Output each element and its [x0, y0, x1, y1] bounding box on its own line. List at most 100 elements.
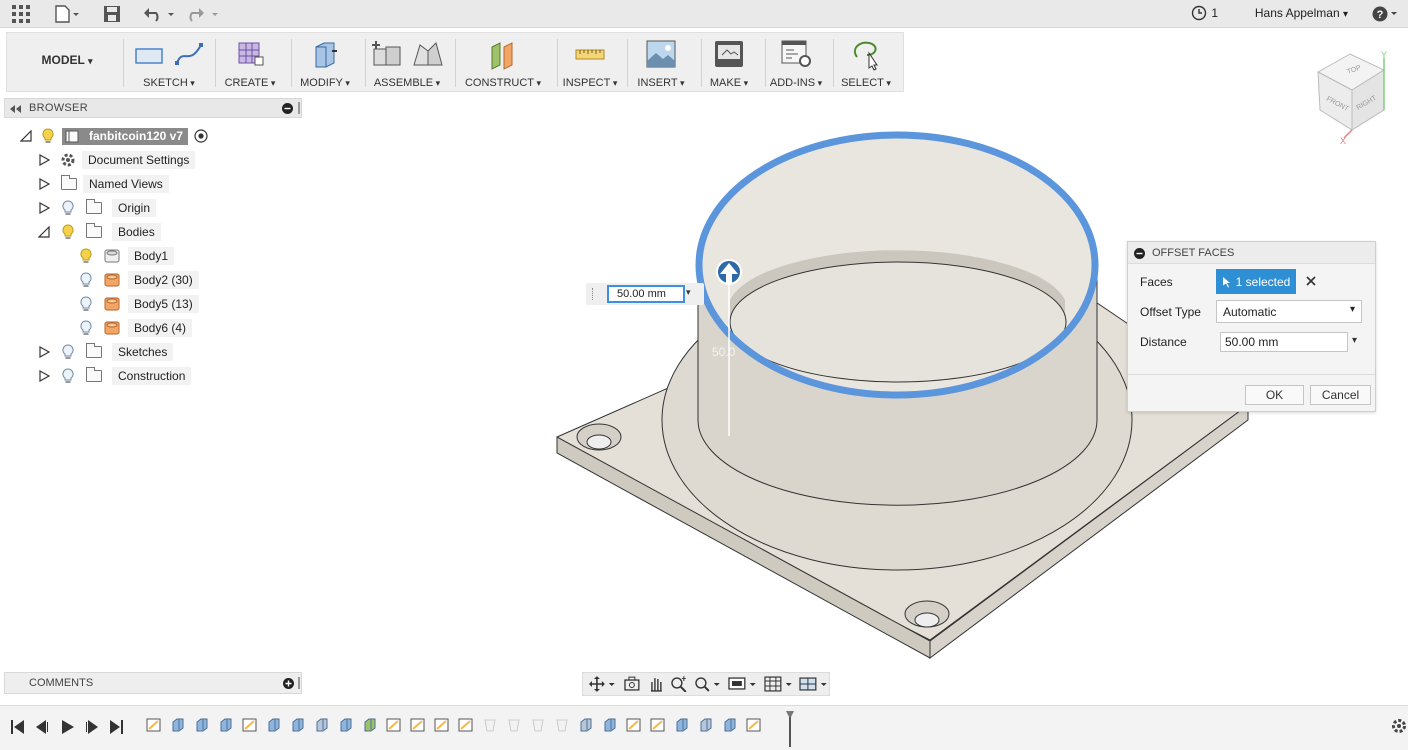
timeline-feature-ghost-icon[interactable] — [506, 717, 522, 733]
tree-row-named-views[interactable]: Named Views — [38, 174, 169, 194]
minimize-icon[interactable] — [282, 103, 293, 114]
press-pull-icon[interactable] — [308, 37, 342, 71]
timeline-feature-box-icon[interactable] — [722, 717, 738, 733]
modify-group[interactable]: MODIFY — [291, 33, 359, 93]
3d-print-icon[interactable] — [712, 37, 746, 71]
lightbulb-on-icon[interactable] — [62, 224, 74, 240]
undo-icon[interactable] — [142, 4, 176, 24]
drag-handle-icon[interactable] — [592, 288, 593, 300]
lightbulb-off-icon[interactable] — [62, 344, 74, 360]
screw-hole[interactable] — [576, 423, 622, 451]
save-icon[interactable] — [102, 4, 122, 24]
lightbulb-off-icon[interactable] — [80, 272, 92, 288]
screw-hole[interactable] — [904, 600, 950, 628]
inspect-group[interactable]: INSPECT — [557, 33, 623, 93]
go-to-start-icon[interactable] — [11, 720, 24, 734]
collapsed-triangle-icon[interactable] — [38, 154, 50, 166]
panel-pin-icon[interactable] — [298, 677, 300, 689]
activate-radio-icon[interactable] — [194, 129, 208, 143]
new-component-icon[interactable] — [370, 37, 404, 71]
tree-row-body2[interactable]: Body2 (30) — [80, 270, 199, 290]
insert-image-icon[interactable] — [644, 37, 678, 71]
clear-selection-icon[interactable] — [1306, 276, 1316, 286]
expanded-triangle-icon[interactable] — [20, 130, 32, 142]
collapsed-triangle-icon[interactable] — [38, 178, 50, 190]
timeline-feature-plane-icon[interactable] — [698, 717, 714, 733]
timeline-feature-sketch-icon[interactable] — [626, 717, 642, 733]
distance-field[interactable]: 50.00 mm — [1220, 332, 1348, 352]
tree-row-sketches[interactable]: Sketches — [38, 342, 174, 362]
timeline-feature-extrude-icon[interactable] — [338, 717, 354, 733]
timeline-feature-sketch-icon[interactable] — [410, 717, 426, 733]
offset-plane-icon[interactable] — [486, 37, 520, 71]
comments-panel[interactable]: COMMENTS — [4, 672, 302, 694]
create-sketch-icon[interactable] — [132, 37, 166, 71]
help-icon[interactable]: ? — [1372, 4, 1400, 24]
step-forward-icon[interactable] — [86, 720, 98, 734]
timeline-feature-extrude-icon[interactable] — [674, 717, 690, 733]
create-group[interactable]: CREATE — [215, 33, 285, 93]
app-grid-icon[interactable] — [10, 4, 32, 24]
browser-panel-header[interactable]: BROWSER — [4, 98, 302, 118]
file-menu-icon[interactable] — [54, 4, 80, 24]
cancel-button[interactable]: Cancel — [1310, 385, 1371, 405]
timeline-feature-sketch-icon[interactable] — [746, 717, 762, 733]
tree-root-row[interactable]: fanbitcoin120 v7 — [20, 126, 208, 146]
timeline-feature-sketch-icon[interactable] — [242, 717, 258, 733]
timeline-feature-ghost-icon[interactable] — [554, 717, 570, 733]
redo-icon[interactable] — [186, 4, 220, 24]
spline-icon[interactable] — [172, 37, 206, 71]
lightbulb-on-icon[interactable] — [42, 128, 54, 144]
select-group[interactable]: SELECT — [833, 33, 899, 93]
timeline-feature-extrude-icon[interactable] — [266, 717, 282, 733]
timeline-feature-extrude-icon[interactable] — [218, 717, 234, 733]
play-icon[interactable] — [62, 720, 74, 734]
lightbulb-off-icon[interactable] — [80, 296, 92, 312]
timeline-marker[interactable] — [786, 711, 794, 747]
tree-row-body5[interactable]: Body5 (13) — [80, 294, 199, 314]
collapsed-triangle-icon[interactable] — [38, 370, 50, 382]
sketch-group[interactable]: SKETCH — [125, 33, 213, 93]
timeline-feature-fillet-icon[interactable] — [314, 717, 330, 733]
insert-group[interactable]: INSERT — [627, 33, 695, 93]
add-comment-icon[interactable] — [283, 678, 294, 689]
faces-selection-button[interactable]: 1 selected — [1216, 269, 1296, 294]
collapsed-triangle-icon[interactable] — [38, 346, 50, 358]
timeline-feature-extrude-icon[interactable] — [170, 717, 186, 733]
look-at-icon[interactable] — [623, 676, 641, 692]
panel-pin-icon[interactable] — [298, 102, 300, 114]
lightbulb-on-icon[interactable] — [80, 248, 92, 264]
timeline-feature-sketch-icon[interactable] — [146, 717, 162, 733]
ok-button[interactable]: OK — [1245, 385, 1304, 405]
tree-row-bodies[interactable]: Bodies — [38, 222, 161, 242]
add-ins-group[interactable]: ADD-INS — [765, 33, 827, 93]
lightbulb-off-icon[interactable] — [62, 200, 74, 216]
collapsed-triangle-icon[interactable] — [38, 202, 50, 214]
assemble-group[interactable]: ASSEMBLE — [365, 33, 449, 93]
timeline-feature-split-icon[interactable] — [362, 717, 378, 733]
tree-row-document-settings[interactable]: Document Settings — [38, 150, 196, 170]
workspace-switcher[interactable]: MODEL ▾ — [17, 53, 117, 67]
step-back-icon[interactable] — [36, 720, 48, 734]
timeline-feature-sketch-icon[interactable] — [650, 717, 666, 733]
timeline-feature-sketch-icon[interactable] — [434, 717, 450, 733]
tree-row-body1[interactable]: Body1 — [80, 246, 175, 266]
timeline-feature-sketch-icon[interactable] — [458, 717, 474, 733]
tree-row-construction[interactable]: Construction — [38, 366, 192, 386]
chevron-down-icon[interactable]: ▾ — [1352, 335, 1357, 346]
timeline-settings-gear-icon[interactable] — [1390, 717, 1408, 735]
orbit-icon[interactable] — [589, 676, 617, 692]
job-status[interactable]: 1 — [1191, 5, 1218, 21]
distance-input[interactable]: 50.00 mm — [607, 285, 685, 303]
go-to-end-icon[interactable] — [110, 720, 123, 734]
tree-row-origin[interactable]: Origin — [38, 198, 157, 218]
timeline-feature-extrude-icon[interactable] — [194, 717, 210, 733]
grid-settings-icon[interactable] — [763, 676, 794, 692]
root-component-chip[interactable]: fanbitcoin120 v7 — [62, 127, 189, 145]
joint-icon[interactable] — [410, 37, 444, 71]
zoom-icon[interactable] — [670, 676, 688, 692]
offset-type-select[interactable]: Automatic — [1216, 300, 1362, 323]
collapse-panel-icon[interactable] — [10, 105, 22, 113]
timeline-feature-fillet-icon[interactable] — [578, 717, 594, 733]
pan-icon[interactable] — [647, 676, 665, 692]
